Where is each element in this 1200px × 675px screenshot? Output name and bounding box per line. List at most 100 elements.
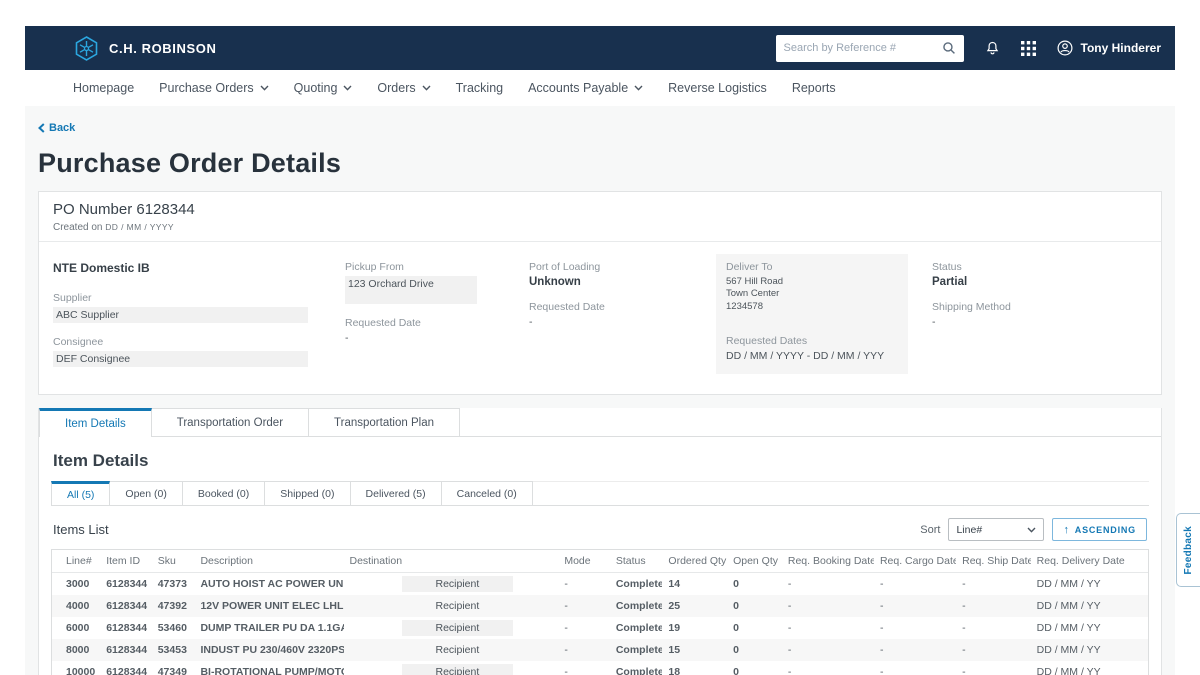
nav-item-tracking[interactable]: Tracking	[456, 81, 503, 95]
filter-tab-open[interactable]: Open (0)	[110, 481, 182, 506]
po-col-pickup: Pickup From 123 Orchard Drive Requested …	[345, 254, 529, 374]
shipping-method-value: -	[932, 316, 1131, 328]
filter-tab-shipped[interactable]: Shipped (0)	[265, 481, 350, 506]
cell-req-booking-date: -	[782, 639, 874, 661]
status-value: Partial	[932, 276, 1131, 288]
cell-item-id: 6128344	[100, 639, 152, 661]
cell-req-ship-date: -	[956, 661, 1031, 675]
deliver-requested-dates-label: Requested Dates	[726, 335, 898, 347]
tab-transportation-plan[interactable]: Transportation Plan	[309, 408, 460, 437]
deliver-requested-dates-value: DD / MM / YYYY - DD / MM / YYY	[726, 350, 898, 362]
items-table-container: Line# Item ID Sku Description Destinatio…	[51, 549, 1149, 675]
cell-req-booking-date: -	[782, 661, 874, 675]
filter-tab-all[interactable]: All (5)	[51, 481, 110, 506]
cell-line: 3000	[52, 573, 100, 596]
status-label: Status	[932, 261, 1131, 273]
tab-transportation-order[interactable]: Transportation Order	[152, 408, 309, 437]
status-filter-tabs: All (5) Open (0) Booked (0) Shipped (0) …	[51, 481, 1149, 506]
top-header-bar: C.H. ROBINSON	[25, 26, 1175, 70]
table-row: 6000 6128344 53460 DUMP TRAILER PU DA 1.…	[52, 617, 1148, 639]
col-destination: Destination	[344, 550, 559, 573]
nav-item-purchase-orders[interactable]: Purchase Orders	[159, 81, 268, 95]
cell-destination: Recipient	[344, 617, 559, 639]
cell-mode: -	[558, 573, 610, 596]
cell-description: BI-ROTATIONAL PUMP/MOTOR	[194, 661, 343, 675]
cell-status: Complete	[610, 617, 663, 639]
cell-req-delivery-date: DD / MM / YY	[1031, 573, 1148, 596]
cell-line: 4000	[52, 595, 100, 617]
cell-sku: 53453	[152, 639, 195, 661]
cell-line: 6000	[52, 617, 100, 639]
pickup-requested-date-label: Requested Date	[345, 317, 513, 329]
chevron-left-icon	[38, 123, 45, 133]
col-req-ship-date: Req. Ship Date	[956, 550, 1031, 573]
arrow-up-icon: ↑	[1063, 524, 1069, 536]
po-summary-card: PO Number 6128344 Created on DD / MM / Y…	[38, 191, 1162, 395]
col-req-booking-date: Req. Booking Date	[782, 550, 874, 573]
notifications-bell-icon[interactable]	[984, 40, 1001, 57]
port-of-loading-value: Unknown	[529, 276, 700, 288]
nav-item-reports[interactable]: Reports	[792, 81, 836, 95]
user-menu[interactable]: Tony Hinderer	[1056, 39, 1161, 57]
col-mode: Mode	[558, 550, 610, 573]
chevron-down-icon	[343, 85, 352, 91]
cell-mode: -	[558, 661, 610, 675]
cell-sku: 47349	[152, 661, 195, 675]
shipping-method-label: Shipping Method	[932, 301, 1131, 313]
po-created-on: Created on DD / MM / YYYY	[53, 222, 1147, 233]
nav-item-orders[interactable]: Orders	[377, 81, 430, 95]
cell-description: DUMP TRAILER PU DA 1.1GAL TANK	[194, 617, 343, 639]
cell-req-delivery-date: DD / MM / YY	[1031, 661, 1148, 675]
filter-tab-booked[interactable]: Booked (0)	[183, 481, 265, 506]
cell-status: Complete	[610, 573, 663, 596]
cell-destination: Recipient	[344, 595, 559, 617]
col-req-delivery-date: Req. Delivery Date	[1031, 550, 1148, 573]
col-description: Description	[194, 550, 343, 573]
table-row: 8000 6128344 53453 INDUST PU 230/460V 23…	[52, 639, 1148, 661]
nav-item-homepage[interactable]: Homepage	[73, 81, 134, 95]
nav-item-reverse-logistics[interactable]: Reverse Logistics	[668, 81, 767, 95]
cell-req-ship-date: -	[956, 573, 1031, 596]
cell-sku: 47373	[152, 573, 195, 596]
cell-line: 8000	[52, 639, 100, 661]
page-title: Purchase Order Details	[38, 148, 1162, 179]
feedback-button[interactable]: Feedback	[1176, 513, 1200, 587]
nav-item-quoting[interactable]: Quoting	[294, 81, 353, 95]
sort-select[interactable]: Line#	[948, 518, 1044, 541]
apps-grid-icon[interactable]	[1021, 41, 1036, 56]
cell-item-id: 6128344	[100, 595, 152, 617]
consignee-value: DEF Consignee	[53, 351, 308, 367]
cell-req-booking-date: -	[782, 617, 874, 639]
back-link[interactable]: Back	[38, 122, 75, 134]
cell-destination: Recipient	[344, 639, 559, 661]
table-header-row: Line# Item ID Sku Description Destinatio…	[52, 550, 1148, 573]
cell-mode: -	[558, 639, 610, 661]
cell-open-qty: 0	[727, 639, 782, 661]
table-row: 3000 6128344 47373 AUTO HOIST AC POWER U…	[52, 573, 1148, 596]
sort-direction-button[interactable]: ↑ ASCENDING	[1052, 518, 1147, 541]
search-input[interactable]	[784, 42, 942, 54]
cell-destination: Recipient	[344, 573, 559, 596]
table-row: 4000 6128344 47392 12V POWER UNIT ELEC L…	[52, 595, 1148, 617]
pickup-from-label: Pickup From	[345, 261, 513, 273]
filter-tab-canceled[interactable]: Canceled (0)	[442, 481, 533, 506]
items-list-title: Items List	[53, 522, 109, 537]
cell-req-delivery-date: DD / MM / YY	[1031, 617, 1148, 639]
po-col-status: Status Partial Shipping Method -	[932, 254, 1147, 374]
sort-label: Sort	[920, 524, 940, 536]
chevron-down-icon	[634, 85, 643, 91]
search-icon[interactable]	[942, 41, 956, 55]
cell-mode: -	[558, 595, 610, 617]
cell-req-cargo-date: -	[874, 617, 956, 639]
pol-requested-date-label: Requested Date	[529, 301, 700, 313]
pickup-requested-date-value: -	[345, 332, 513, 344]
cell-description: INDUST PU 230/460V 2320PSI 15	[194, 639, 343, 661]
cell-req-cargo-date: -	[874, 661, 956, 675]
filter-tab-delivered[interactable]: Delivered (5)	[351, 481, 442, 506]
cell-open-qty: 0	[727, 617, 782, 639]
nav-item-accounts-payable[interactable]: Accounts Payable	[528, 81, 643, 95]
tab-item-details[interactable]: Item Details	[39, 408, 152, 437]
cell-ordered-qty: 18	[662, 661, 727, 675]
deliver-to-address: 567 Hill Road Town Center 1234578	[726, 276, 898, 313]
col-status: Status	[610, 550, 663, 573]
